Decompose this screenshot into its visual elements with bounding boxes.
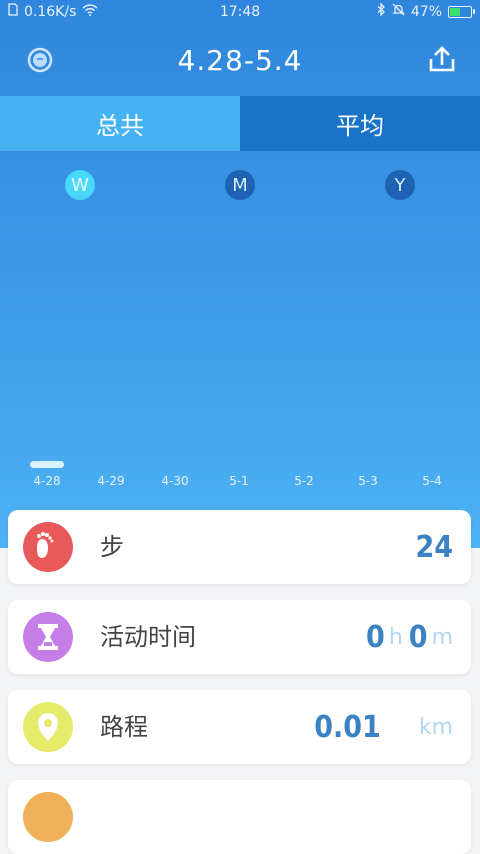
x-tick-label: 5-1 <box>229 474 249 488</box>
chart-bar-4-30[interactable] <box>158 461 192 468</box>
x-tick-label: 5-3 <box>358 474 378 488</box>
minutes-unit: m <box>431 624 453 650</box>
hours-unit: h <box>388 624 403 650</box>
x-tick-label: 4-29 <box>97 474 125 488</box>
chart-bar-5-2[interactable] <box>287 461 321 468</box>
status-bar: 0.16K/s 17:48 47% <box>0 0 480 24</box>
active-time-label: 活动时间 <box>100 623 196 651</box>
period-year-button[interactable]: Y <box>385 170 415 200</box>
steps-bar-chart <box>30 461 449 468</box>
location-pin-icon <box>23 702 73 752</box>
period-month-button[interactable]: M <box>225 170 255 200</box>
tab-total[interactable]: 总共 <box>0 96 240 151</box>
x-tick-label: 5-2 <box>294 474 314 488</box>
distance-value: 0.01 <box>314 709 381 745</box>
bluetooth-icon <box>377 0 386 24</box>
page-title: 4.28-5.4 <box>177 43 303 77</box>
x-tick-label: 4-28 <box>33 474 61 488</box>
active-minutes-value: 0 <box>408 619 428 655</box>
distance-label: 路程 <box>100 713 148 741</box>
steps-card[interactable]: 步 24 <box>8 510 471 584</box>
period-selector: W M Y <box>0 170 480 204</box>
distance-unit: km <box>418 714 453 740</box>
x-tick-label: 4-30 <box>161 474 189 488</box>
battery-percent: 47% <box>410 4 442 20</box>
footprint-icon <box>23 522 73 572</box>
active-hours-value: 0 <box>366 619 385 655</box>
distance-card[interactable]: 路程 0.01 km <box>8 690 471 764</box>
period-week-button[interactable]: W <box>65 170 95 200</box>
tab-bar: 总共 平均 <box>0 96 480 151</box>
battery-icon <box>448 6 475 18</box>
alarm-icon <box>392 0 405 24</box>
chart-bar-4-29[interactable] <box>94 461 128 468</box>
chart-bar-5-1[interactable] <box>222 461 256 468</box>
steps-value: 24 <box>415 529 453 565</box>
chart-bar-5-4[interactable] <box>415 461 449 468</box>
steps-label: 步 <box>100 533 124 561</box>
watch-icon[interactable] <box>20 40 60 80</box>
tab-average[interactable]: 平均 <box>240 96 480 151</box>
share-icon[interactable] <box>422 40 462 80</box>
active-time-card[interactable]: 活动时间 0 h 0 m <box>8 600 471 674</box>
x-tick-label: 5-4 <box>422 474 442 488</box>
chart-bar-5-3[interactable] <box>351 461 385 468</box>
chart-bar-4-28[interactable] <box>30 461 64 468</box>
header: 4.28-5.4 <box>0 24 480 96</box>
hourglass-icon <box>23 612 73 662</box>
next-metric-card[interactable] <box>8 780 471 854</box>
